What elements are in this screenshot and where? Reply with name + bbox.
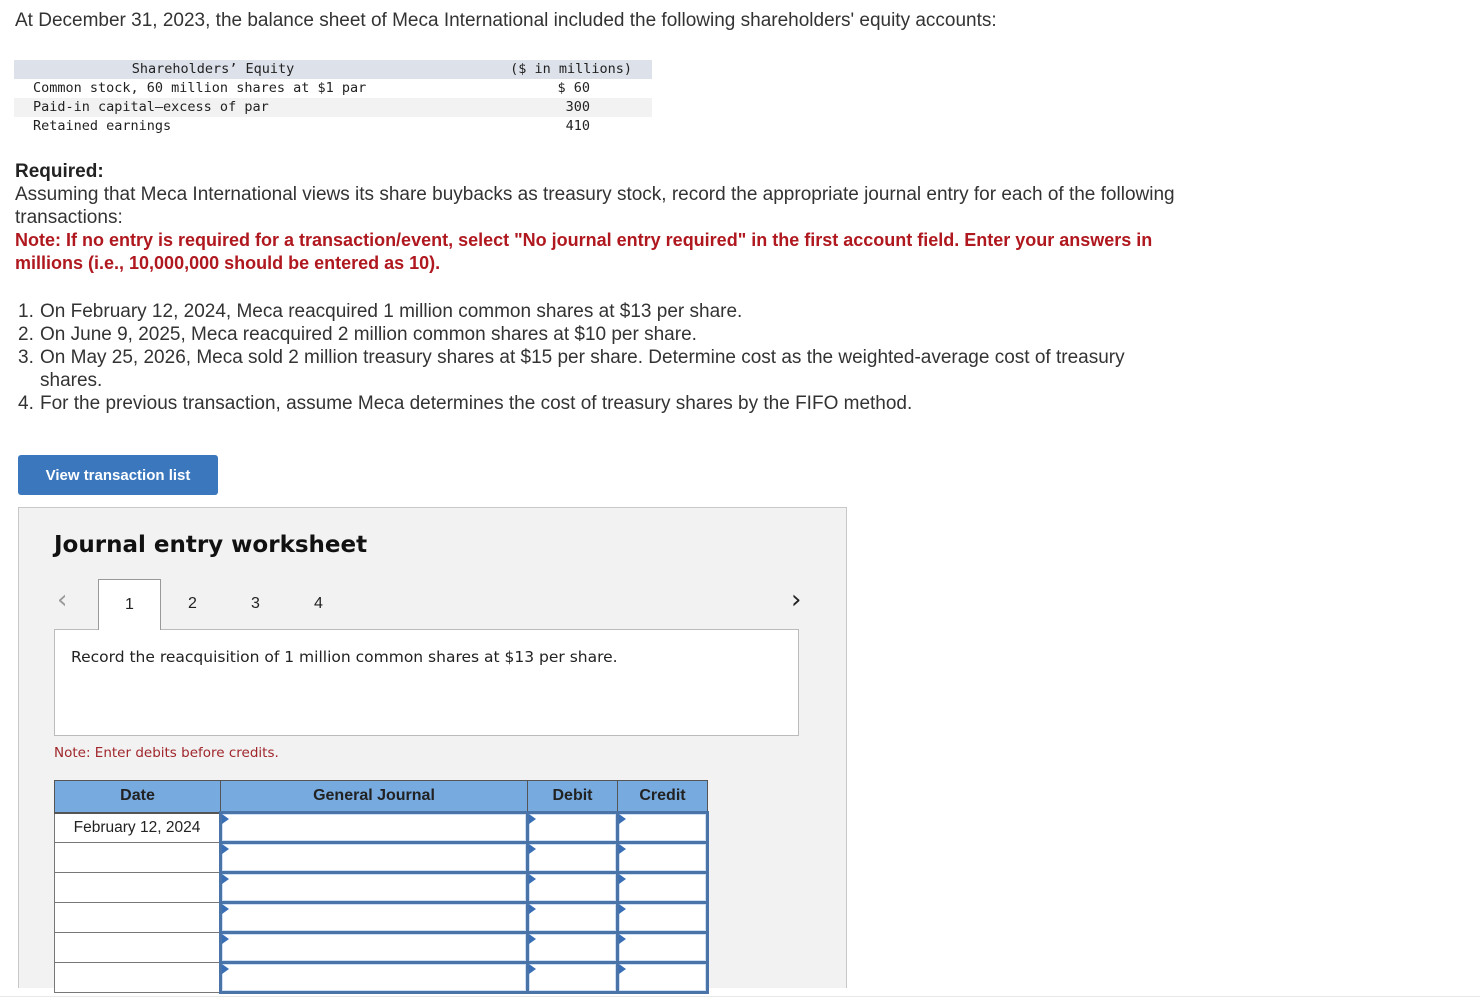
journal-header-row: Date General Journal Debit Credit [54,780,708,814]
account-input[interactable] [222,814,526,841]
journal-entry-worksheet: Journal entry worksheet ‹ 1 2 3 4 › Reco… [18,507,847,994]
debit-input[interactable] [529,844,616,871]
credit-cell[interactable] [616,931,709,964]
column-general-journal: General Journal [220,780,528,814]
credit-cell[interactable] [616,901,709,934]
date-cell [54,842,221,873]
credit-input[interactable] [619,934,706,961]
transaction-item: 3. On May 25, 2026, Meca sold 2 million t… [18,346,1178,392]
debit-input[interactable] [529,874,616,901]
credit-input[interactable] [619,814,706,841]
transaction-text: For the previous transaction, assume Mec… [40,393,913,414]
equity-row-label: Common stock, 60 million shares at $1 pa… [33,80,367,96]
transaction-text: On June 9, 2025, Meca reacquired 2 milli… [40,324,697,345]
equity-table-header: Shareholders’ Equity ($ in millions) [14,60,652,79]
equity-row-label: Retained earnings [33,118,172,134]
transaction-item: 1. On February 12, 2024, Meca reacquired … [18,300,1178,323]
debit-cell[interactable] [526,811,619,844]
debit-cell[interactable] [526,871,619,904]
credit-input[interactable] [619,904,706,931]
transaction-text: On May 25, 2026, Meca sold 2 million tre… [40,347,1125,391]
account-cell[interactable] [219,931,529,964]
date-cell [54,872,221,903]
debit-cell[interactable] [526,901,619,934]
credit-input[interactable] [619,964,706,991]
date-cell [54,962,221,993]
transaction-number: 2. [18,324,34,345]
journal-row [54,901,709,934]
debit-cell[interactable] [526,931,619,964]
equity-row-value: $ 60 [557,80,590,96]
equity-row: Paid-in capital—excess of par 300 [14,98,652,117]
account-cell[interactable] [219,901,529,934]
transaction-item: 2. On June 9, 2025, Meca reacquired 2 mil… [18,323,1178,346]
debit-cell[interactable] [526,961,619,994]
credit-input[interactable] [619,844,706,871]
journal-row [54,931,709,964]
column-credit: Credit [617,780,708,814]
required-note: Note: If no entry is required for a tran… [15,230,1153,273]
date-cell: February 12, 2024 [54,812,221,843]
journal-row: February 12, 2024 [54,811,709,844]
debit-input[interactable] [529,964,616,991]
credit-cell[interactable] [616,811,709,844]
account-input[interactable] [222,844,526,871]
debit-input[interactable] [529,934,616,961]
chevron-right-icon[interactable]: › [791,587,801,613]
account-cell[interactable] [219,871,529,904]
transaction-number: 1. [18,301,34,322]
equity-row-value: 300 [457,98,652,117]
debit-input[interactable] [529,904,616,931]
transaction-number: 4. [18,393,34,414]
view-transaction-list-button[interactable]: View transaction list [18,455,218,495]
required-text: Assuming that Meca International views i… [15,184,1175,228]
shareholders-equity-table: Shareholders’ Equity ($ in millions) Com… [14,60,652,136]
transaction-item: 4. For the previous transaction, assume M… [18,392,1178,415]
debit-note: Note: Enter debits before credits. [54,745,279,761]
credit-cell[interactable] [616,841,709,874]
column-debit: Debit [527,780,618,814]
date-cell [54,902,221,933]
account-input[interactable] [222,904,526,931]
credit-cell[interactable] [616,871,709,904]
worksheet-tabs: 1 2 3 4 [98,579,350,630]
bottom-divider [0,996,1480,997]
chevron-left-icon[interactable]: ‹ [57,587,67,613]
tab-2[interactable]: 2 [161,579,224,629]
account-input[interactable] [222,964,526,991]
tab-3[interactable]: 3 [224,579,287,629]
column-date: Date [54,780,221,814]
equity-row-value: 410 [565,118,590,134]
credit-input[interactable] [619,874,706,901]
journal-row [54,961,709,994]
debit-cell[interactable] [526,841,619,874]
account-cell[interactable] [219,961,529,994]
account-cell[interactable] [219,811,529,844]
transaction-description-box: Record the reacquisition of 1 million co… [54,629,799,736]
transaction-description: Record the reacquisition of 1 million co… [71,648,618,666]
equity-row-label: Paid-in capital—excess of par [14,98,457,117]
journal-row [54,871,709,904]
equity-header-label: Shareholders’ Equity [14,60,457,79]
transaction-text: On February 12, 2024, Meca reacquired 1 … [40,301,743,322]
transaction-list: 1. On February 12, 2024, Meca reacquired … [18,300,1178,415]
account-cell[interactable] [219,841,529,874]
equity-row: Retained earnings 410 [14,117,652,136]
account-input[interactable] [222,934,526,961]
credit-cell[interactable] [616,961,709,994]
account-input[interactable] [222,874,526,901]
journal-table: Date General Journal Debit Credit Februa… [54,780,709,994]
debit-input[interactable] [529,814,616,841]
worksheet-title: Journal entry worksheet [54,532,368,558]
equity-header-value: ($ in millions) [457,60,652,79]
transaction-number: 3. [18,347,34,368]
tab-1[interactable]: 1 [98,579,161,630]
equity-row: Common stock, 60 million shares at $1 pa… [14,79,652,98]
required-title: Required: [15,161,104,182]
tab-4[interactable]: 4 [287,579,350,629]
required-section: Required: Assuming that Meca Internation… [15,160,1215,275]
date-cell [54,932,221,963]
intro-text: At December 31, 2023, the balance sheet … [15,10,997,31]
journal-row [54,841,709,874]
